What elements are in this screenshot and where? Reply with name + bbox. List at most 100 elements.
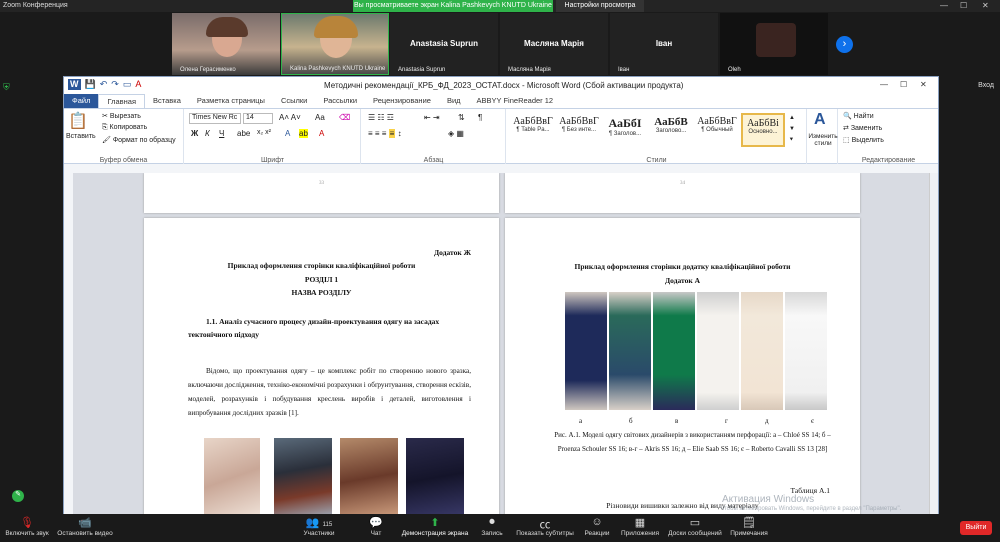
view-options-button[interactable]: Настройки просмотра (556, 0, 644, 12)
tab-home[interactable]: Главная (98, 94, 145, 108)
participant-tile[interactable]: Олена Герасименко (172, 13, 280, 75)
tab-file[interactable]: Файл (64, 94, 99, 108)
save-icon[interactable]: 💾 (85, 79, 96, 90)
italic-icon[interactable]: К (205, 129, 210, 138)
cut-button[interactable]: ✂ Вырезать (102, 112, 141, 120)
find-button[interactable]: 🔍 Найти (843, 112, 874, 120)
copy-icon: ⎘ (102, 124, 110, 131)
bold-icon[interactable]: Ж (191, 129, 198, 138)
style-body-text[interactable]: АаБбВі Основно... (741, 113, 785, 147)
style-table-paragraph[interactable]: АаБбВвГ ¶ Table Pa... (511, 113, 555, 147)
copy-button[interactable]: ⎘ Копировать (102, 124, 147, 132)
change-styles-button[interactable]: Изменить стили (808, 133, 838, 147)
replace-button[interactable]: ⇄ Заменить (843, 124, 882, 132)
style-normal[interactable]: АаБбВвГ ¶ Обычный (695, 113, 739, 147)
paste-icon[interactable]: 📋 (68, 111, 88, 131)
styles-label: Стили (646, 157, 667, 164)
change-styles-icon[interactable]: A (814, 111, 826, 129)
participant-tile[interactable]: Anastasia Suprun Anastasia Suprun (390, 13, 498, 75)
clipboard-label: Буфер обмена (99, 157, 148, 164)
font-color-button-icon[interactable]: A (319, 129, 324, 138)
stop-video-button[interactable]: 📹 Остановить видео (50, 516, 120, 537)
highlight-icon[interactable]: ab (299, 129, 308, 138)
replace-icon: ⇄ (843, 125, 851, 132)
zoom-title: Zoom Конференция (3, 2, 68, 9)
font-name-select[interactable]: Times New Rc (189, 113, 241, 124)
participants-label: Участники (303, 530, 335, 537)
format-painter-button[interactable]: 🖌 Формат по образцу (102, 136, 176, 144)
unmute-label: Включить звук (5, 530, 49, 537)
tab-mailings[interactable]: Рассылки (315, 94, 365, 108)
leave-meeting-button[interactable]: Выйти (960, 521, 992, 535)
ribbon-tabs: Файл Главная Вставка Разметка страницы С… (64, 94, 938, 108)
document-area[interactable]: 33 34 Додаток Ж Приклад оформлення сторі… (64, 173, 938, 515)
align-icons[interactable]: ≡ ≡ ≡ ≡ ↕ (368, 129, 402, 138)
tab-references[interactable]: Ссылки (273, 94, 315, 108)
paragraph-label: Абзац (423, 157, 444, 164)
change-styles-group: A Изменить стили (808, 109, 838, 165)
horizontal-ruler[interactable] (64, 164, 938, 173)
styles-scroll-icon[interactable]: ▲ ▼ ⯆ (789, 113, 795, 146)
word-maximize-icon[interactable]: ☐ (900, 80, 907, 89)
sort-icon[interactable]: ⇅ (458, 113, 465, 122)
security-shield-icon[interactable]: ⛨ (3, 82, 13, 92)
style-heading-2[interactable]: АаБбВ Заголово... (649, 113, 693, 147)
shading-icon[interactable]: ◈ ▦ (448, 129, 464, 138)
annotate-pen-icon[interactable]: ✎ (12, 490, 24, 502)
word-close-icon[interactable]: ✕ (920, 80, 927, 89)
text-effects-icon[interactable]: A (285, 129, 290, 138)
next-participants-button[interactable]: › (836, 36, 853, 53)
maximize-icon[interactable]: ☐ (960, 1, 967, 10)
fashion-photo-a (565, 292, 607, 410)
tab-view[interactable]: Вид (439, 94, 469, 108)
editing-group: 🔍 Найти ⇄ Заменить ⬚ Выделить Редактиров… (839, 109, 938, 165)
subscript-icon[interactable]: x₂ x² (257, 129, 271, 136)
select-icon: ⬚ (843, 137, 852, 144)
fashion-photo-g (697, 292, 739, 410)
notes-button[interactable]: 🗒 Примечания (714, 516, 784, 537)
vertical-scrollbar[interactable] (929, 173, 938, 515)
tab-insert[interactable]: Вставка (145, 94, 189, 108)
participant-name: Іван (618, 67, 630, 73)
style-name: Основно... (748, 129, 778, 135)
strikethrough-icon[interactable]: abe (237, 129, 250, 138)
select-button[interactable]: ⬚ Выделить (843, 136, 884, 144)
style-no-spacing[interactable]: АаБбВвГ ¶ Без инте... (557, 113, 601, 147)
appendix-label: Додаток Ж (434, 248, 471, 257)
word-minimize-icon[interactable]: — (880, 80, 888, 89)
minimize-icon[interactable]: — (940, 1, 948, 10)
change-case-icon[interactable]: Aa (315, 113, 325, 122)
participant-tile[interactable]: Масляна Марія Масляна Марія (500, 13, 608, 75)
indent-icon[interactable]: ⇤ ⇥ (424, 113, 440, 122)
pilcrow-icon[interactable]: ¶ (478, 113, 482, 122)
close-icon[interactable]: ✕ (982, 1, 989, 10)
font-color-icon[interactable]: A (135, 79, 141, 90)
page-34-bottom: 34 (505, 173, 860, 213)
grow-font-icon[interactable]: A˄ A˅ (279, 113, 301, 122)
font-size-select[interactable]: 14 (243, 113, 273, 124)
style-sample: АаБбВі (747, 118, 779, 129)
participant-tile[interactable]: Kalina Pashkevych KNUTD Ukraine (281, 13, 389, 75)
tab-review[interactable]: Рецензирование (365, 94, 439, 108)
participant-tile[interactable]: Іван Іван (610, 13, 718, 75)
tab-page-layout[interactable]: Разметка страницы (189, 94, 273, 108)
photo-label: г (725, 417, 728, 425)
undo-icon[interactable]: ↶ (100, 79, 108, 90)
underline-icon[interactable]: Ч (219, 129, 224, 138)
bullets-icon[interactable]: ☰ ☷ ☲ (368, 113, 394, 122)
vertical-ruler[interactable] (64, 173, 73, 515)
redo-icon[interactable]: ↷ (111, 79, 119, 90)
paste-button[interactable]: Вставить (66, 133, 96, 140)
style-name: ¶ Table Pa... (516, 127, 550, 133)
participant-tile[interactable]: Oleh (720, 13, 828, 75)
new-document-icon[interactable]: ▭ (123, 79, 132, 90)
tab-abbyy[interactable]: ABBYY FineReader 12 (469, 94, 562, 108)
participant-name: Kalina Pashkevych KNUTD Ukraine (290, 66, 386, 72)
photo-label: є (811, 417, 815, 425)
style-heading-1[interactable]: АаБбI ¶ Заголов... (603, 113, 647, 147)
participant-video (756, 23, 796, 57)
clear-format-icon[interactable]: ⌫ (339, 113, 350, 122)
windows-activation-watermark: Активация Windows (722, 494, 815, 505)
format-painter-label: Формат по образцу (112, 137, 176, 144)
sign-in-link[interactable]: Вход (978, 82, 994, 89)
